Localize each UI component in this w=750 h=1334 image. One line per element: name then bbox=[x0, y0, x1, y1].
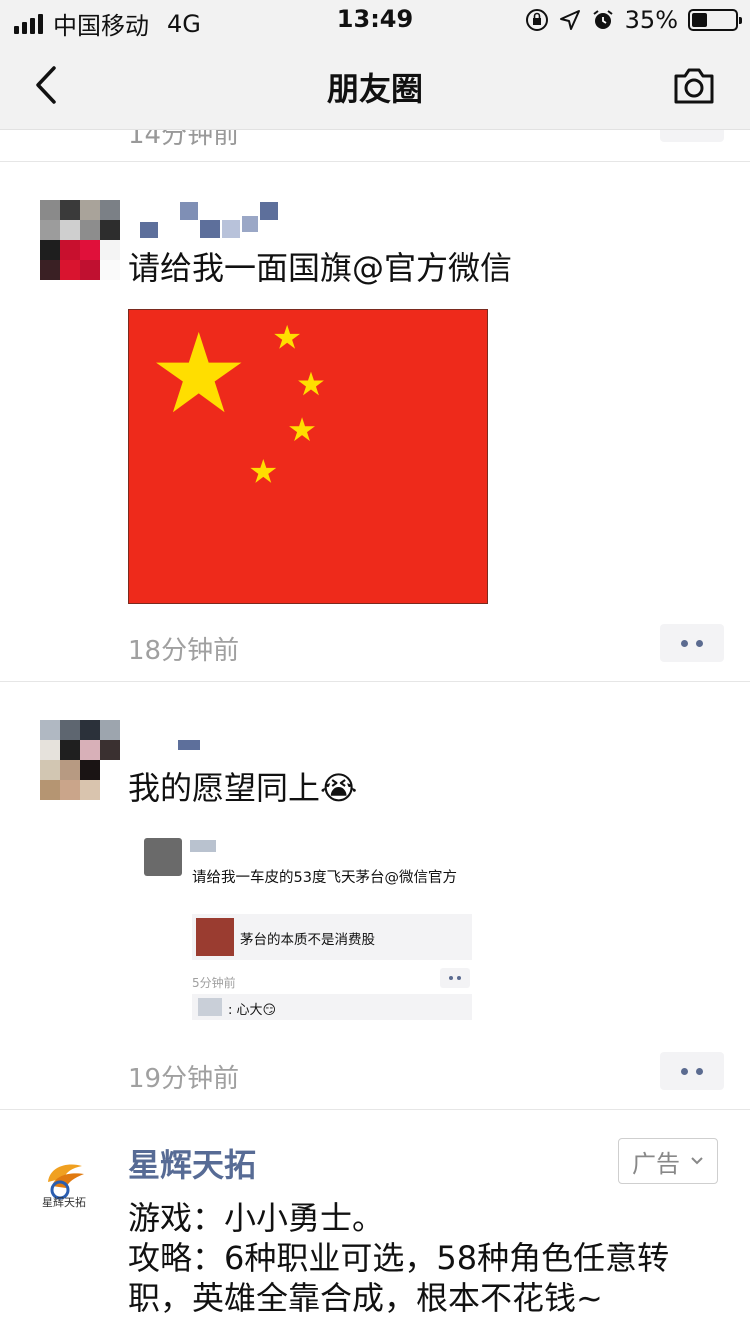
smirk-emoji-icon: 😏 bbox=[262, 1003, 277, 1018]
post-text: 我的愿望同上😭 bbox=[128, 766, 357, 810]
embedded-comment-text: : 心大😏 bbox=[228, 999, 276, 1018]
embedded-commenter-blurred bbox=[198, 998, 222, 1016]
embedded-username-blurred bbox=[190, 840, 216, 852]
crying-emoji-icon: 😭 bbox=[320, 769, 358, 807]
battery-icon bbox=[688, 9, 742, 31]
more-button[interactable] bbox=[660, 1052, 724, 1090]
avatar[interactable] bbox=[40, 720, 120, 800]
ad-badge-dropdown[interactable]: 广告 bbox=[618, 1138, 718, 1184]
nav-bar: 朋友圈 bbox=[0, 40, 750, 130]
username-blurred[interactable] bbox=[138, 738, 218, 752]
camera-icon[interactable] bbox=[672, 66, 716, 106]
battery-percent: 35% bbox=[624, 6, 678, 34]
embedded-link-title: 茅台的本质不是消费股 bbox=[240, 932, 375, 948]
lock-rotation-icon bbox=[525, 9, 548, 31]
brand-logo-text: 星辉天拓 bbox=[42, 1196, 86, 1209]
embedded-avatar bbox=[144, 838, 182, 876]
previous-post-remnant: 14分钟前 bbox=[0, 130, 750, 162]
ad-badge-label: 广告 bbox=[632, 1149, 680, 1178]
post-time: 18分钟前 bbox=[128, 636, 240, 666]
ad-line-2: 攻略：6种职业可选，58种角色任意转职，英雄全靠合成，根本不花钱~ bbox=[128, 1239, 670, 1317]
embedded-comment: : 心大😏 bbox=[192, 994, 472, 1020]
status-bar: 中国移动 4G 13:49 35% bbox=[0, 0, 750, 40]
chevron-down-icon bbox=[691, 1157, 703, 1165]
post-time: 19分钟前 bbox=[128, 1064, 240, 1094]
embedded-screenshot-image[interactable]: 请给我一车皮的53度飞天茅台@微信官方 茅台的本质不是消费股 5分钟前 : 心大… bbox=[138, 830, 478, 1030]
more-button[interactable] bbox=[660, 624, 724, 662]
previous-post-more-button[interactable] bbox=[660, 130, 724, 142]
ad-text: 游戏：小小勇士。 攻略：6种职业可选，58种角色任意转职，英雄全靠合成，根本不花… bbox=[128, 1198, 728, 1318]
embedded-link-thumbnail bbox=[196, 918, 234, 956]
post-text-content: 我的愿望同上 bbox=[128, 769, 321, 807]
embedded-link-card: 茅台的本质不是消费股 bbox=[192, 914, 472, 960]
advertiser-name[interactable]: 星辉天拓 bbox=[128, 1140, 256, 1186]
page-title: 朋友圈 bbox=[326, 70, 423, 108]
username-blurred[interactable] bbox=[138, 200, 298, 240]
embedded-comment-content: : 心大 bbox=[228, 1003, 263, 1018]
embedded-more-icon bbox=[440, 968, 470, 988]
location-icon bbox=[559, 10, 580, 30]
post-text: 请给我一面国旗@官方微信 bbox=[128, 249, 513, 287]
flag-image[interactable] bbox=[128, 309, 488, 604]
embedded-post-time: 5分钟前 bbox=[192, 976, 236, 990]
embedded-post-text: 请给我一车皮的53度飞天茅台@微信官方 bbox=[192, 870, 457, 886]
previous-post-time: 14分钟前 bbox=[128, 130, 240, 150]
ad-line-1: 游戏：小小勇士。 bbox=[128, 1199, 385, 1237]
alarm-icon bbox=[593, 10, 613, 29]
avatar[interactable] bbox=[40, 200, 120, 280]
